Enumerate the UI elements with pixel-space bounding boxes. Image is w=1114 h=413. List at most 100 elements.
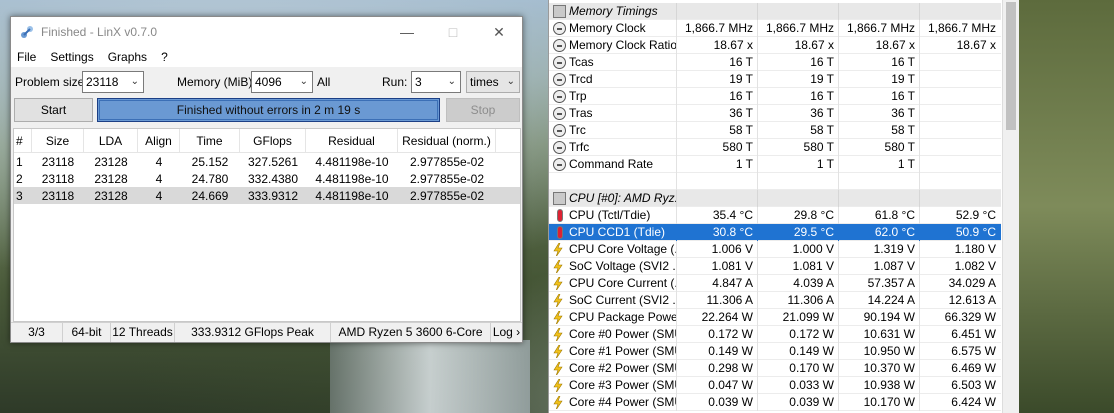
bolt-icon: [553, 259, 563, 273]
menu-file[interactable]: File: [17, 50, 36, 64]
cell-residual-norm: 2.977855e-02: [409, 154, 485, 169]
sensor-maximum: 10.631 W: [838, 325, 919, 343]
sensor-current: 0.039 W: [676, 393, 757, 411]
sensor-maximum: 10.950 W: [838, 342, 919, 360]
sensor-row[interactable]: Tcas 16 T 16 T 16 T: [549, 53, 1001, 71]
col-time-header[interactable]: Time: [180, 128, 240, 153]
bolt-icon: [553, 327, 563, 341]
start-button[interactable]: Start: [14, 98, 93, 122]
memory-combo[interactable]: 4096 ⌄: [251, 71, 313, 93]
sensor-current: 35.4 °C: [676, 206, 757, 224]
sensor-average: [919, 104, 1000, 122]
sensor-row[interactable]: Core #2 Power (SMU) 0.298 W 0.170 W 10.370 …: [549, 359, 1001, 377]
table-row[interactable]: 2 23118 23128 4 24.780 332.4380 4.481198e-10 2.…: [14, 170, 520, 187]
table-row[interactable]: 3 23118 23128 4 24.669 333.9312 4.481198e-10 2.…: [14, 187, 520, 204]
sensor-maximum: 16 T: [838, 87, 919, 105]
bolt-icon: [553, 344, 563, 358]
log-button[interactable]: Log ›: [491, 323, 522, 342]
sensor-current: [676, 172, 757, 190]
sensor-current: 11.306 A: [676, 291, 757, 309]
col-residual-norm-header[interactable]: Residual (norm.): [398, 128, 496, 153]
sensor-row[interactable]: CPU CCD1 (Tdie) 30.8 °C 29.5 °C 62.0 °C 50.9…: [549, 223, 1001, 241]
sensor-name: Command Rate: [549, 157, 676, 171]
sensor-current: 0.047 W: [676, 376, 757, 394]
sensor-average: [919, 155, 1000, 173]
cell-size: 23118: [41, 154, 75, 169]
sensor-average: 6.424 W: [919, 393, 1000, 411]
scrollbar-thumb[interactable]: [1006, 2, 1016, 130]
sensor-row[interactable]: SoC Current (SVI2 ... 11.306 A 11.306 A 14.…: [549, 291, 1001, 309]
linx-titlebar[interactable]: Finished - LinX v0.7.0 — □ ✕: [11, 17, 522, 47]
status-progress: 3/3: [11, 323, 63, 342]
sensor-row[interactable]: CPU Core Current (... 4.847 A 4.039 A 57.35…: [549, 274, 1001, 292]
sensor-average: 6.575 W: [919, 342, 1000, 360]
cell-align: 4: [155, 188, 163, 203]
table-row[interactable]: 1 23118 23128 4 25.152 327.5261 4.481198e-10 2.…: [14, 153, 520, 170]
sensor-average: 1,866.7 MHz: [919, 19, 1000, 37]
cell-residual: 4.481198e-10: [315, 154, 389, 169]
sensor-current: 30.8 °C: [676, 223, 757, 241]
sensor-row[interactable]: Trcd 19 T 19 T 19 T: [549, 70, 1001, 88]
problem-size-combo[interactable]: 23118 ⌄: [82, 71, 144, 93]
sensor-row[interactable]: Memory Clock Ratio 18.67 x 18.67 x 18.67 x1…: [549, 36, 1001, 54]
sensor-group-header[interactable]: Memory Timings: [549, 2, 1001, 20]
sensor-row[interactable]: Core #0 Power (SMU) 0.172 W 0.172 W 10.631 …: [549, 325, 1001, 343]
col-lda-header[interactable]: LDA: [84, 128, 138, 153]
sensor-row[interactable]: Core #4 Power (SMU) 0.039 W 0.039 W 10.170 …: [549, 393, 1001, 411]
sensor-row[interactable]: CPU (Tctl/Tdie) 35.4 °C 29.8 °C 61.8 °C 52.9…: [549, 206, 1001, 224]
maximize-icon[interactable]: □: [430, 17, 476, 47]
sensor-average: [919, 172, 1000, 190]
sensor-average: 1.082 V: [919, 257, 1000, 275]
sensor-current: 16 T: [676, 53, 757, 71]
sensor-row[interactable]: Trfc 580 T 580 T 580 T: [549, 138, 1001, 156]
run-unit-combo[interactable]: times ⌄: [466, 71, 520, 93]
col-index-header[interactable]: #: [14, 128, 32, 153]
sensor-row[interactable]: Command Rate 1 T1 T1 T: [549, 155, 1001, 173]
clock-icon: [553, 39, 566, 52]
sensor-average: 66.329 W: [919, 308, 1000, 326]
close-icon[interactable]: ✕: [476, 17, 522, 47]
vertical-scrollbar[interactable]: [1002, 0, 1019, 413]
col-align-header[interactable]: Align: [138, 128, 180, 153]
sensor-current: 580 T: [676, 138, 757, 156]
sensor-row[interactable]: Trp 16 T 16 T 16 T: [549, 87, 1001, 105]
sensor-name: CPU (Tctl/Tdie): [549, 208, 676, 222]
menu-graphs[interactable]: Graphs: [108, 50, 147, 64]
sensor-minimum: 580 T: [757, 138, 838, 156]
stop-button[interactable]: Stop: [446, 98, 520, 122]
sensor-row[interactable]: CPU Core Voltage (... 1.006 V 1.000 V 1.319…: [549, 240, 1001, 258]
sensor-row[interactable]: SoC Voltage (SVI2 ... 1.081 V 1.081 V 1.087…: [549, 257, 1001, 275]
sensor-maximum: 10.938 W: [838, 376, 919, 394]
sensor-name: Trcd: [549, 72, 676, 86]
sensor-row[interactable]: CPU Package Powe... 22.264 W 21.099 W 90.19…: [549, 308, 1001, 326]
sensor-group-header[interactable]: CPU [#0]: AMD Ryz...: [549, 189, 1001, 207]
sensor-label: Tras: [569, 106, 593, 120]
menu-help[interactable]: ?: [161, 50, 168, 64]
sensor-row[interactable]: Memory Clock 1,866.7 MHz 1,866.7 MHz 1,866.…: [549, 19, 1001, 37]
sensor-row[interactable]: Core #3 Power (SMU) 0.047 W 0.033 W 10.938 …: [549, 376, 1001, 394]
cell-size: 23118: [41, 188, 75, 203]
col-gflops-header[interactable]: GFlops: [240, 128, 306, 153]
clock-icon: [553, 73, 566, 86]
sensor-row[interactable]: Trc 58 T 58 T 58 T: [549, 121, 1001, 139]
sensor-current: 36 T: [676, 104, 757, 122]
sensor-current: 1 T: [676, 155, 757, 173]
cell-time: 24.780: [191, 171, 229, 186]
sensor-maximum: 36 T: [838, 104, 919, 122]
sensor-row[interactable]: Core #1 Power (SMU) 0.149 W 0.149 W 10.950 …: [549, 342, 1001, 360]
minimize-icon[interactable]: —: [384, 17, 430, 47]
sensor-label: Command Rate: [569, 157, 654, 171]
memory-all-option[interactable]: All: [317, 75, 330, 89]
cell-gflops: 332.4380: [247, 171, 299, 186]
chevron-down-icon: ⌄: [506, 76, 515, 87]
thermometer-icon: [557, 226, 563, 239]
col-residual-header[interactable]: Residual: [306, 128, 398, 153]
sensor-row[interactable]: [549, 172, 1001, 190]
run-count-combo[interactable]: 3 ⌄: [411, 71, 461, 93]
sensor-minimum: 1 T: [757, 155, 838, 173]
col-size-header[interactable]: Size: [32, 128, 84, 153]
sensor-row[interactable]: Tras 36 T 36 T 36 T: [549, 104, 1001, 122]
sensor-minimum: 0.170 W: [757, 359, 838, 377]
sensor-minimum: 0.039 W: [757, 393, 838, 411]
menu-settings[interactable]: Settings: [50, 50, 93, 64]
